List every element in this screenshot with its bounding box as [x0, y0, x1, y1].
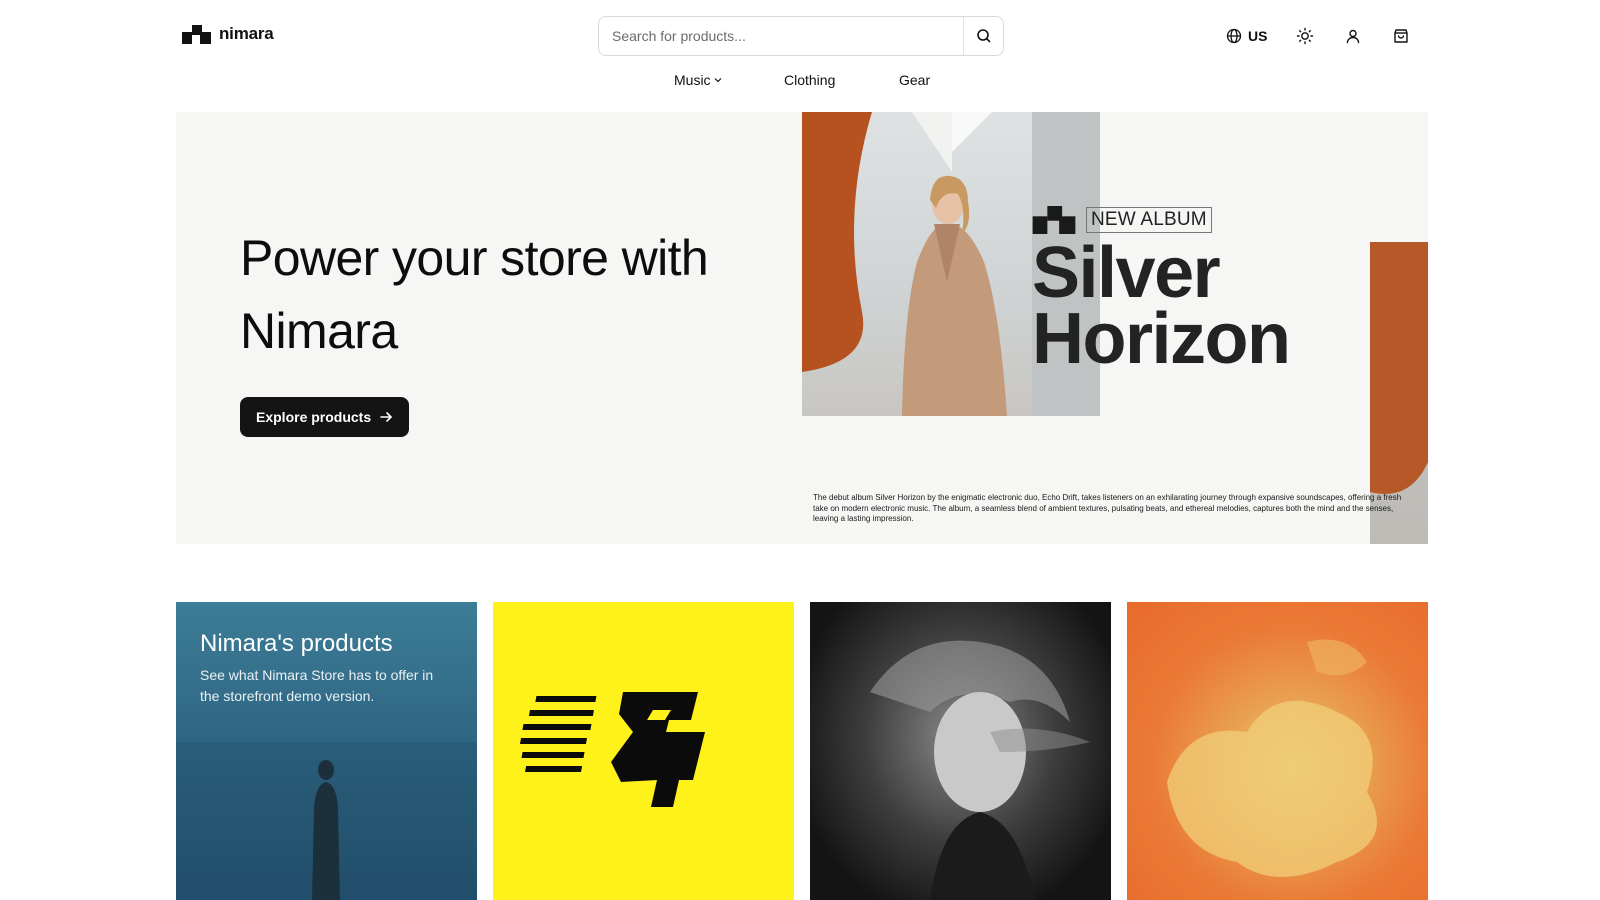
- product-card-portrait[interactable]: [810, 602, 1111, 900]
- portrait-illustration: [870, 640, 1090, 900]
- nav-item-label: Clothing: [784, 72, 836, 88]
- theme-toggle-button[interactable]: [1291, 22, 1319, 50]
- nav-item-music[interactable]: Music: [674, 72, 723, 88]
- search-bar: [598, 16, 1004, 56]
- card-title: Nimara's products: [200, 630, 393, 657]
- search-icon: [976, 29, 991, 43]
- hero-title: Power your store with Nimara: [240, 230, 709, 359]
- nav-item-label: Music: [674, 72, 711, 88]
- product-card-ampersand[interactable]: [493, 602, 794, 900]
- orange-texture-illustration: [1167, 639, 1377, 877]
- nimara-logo-icon: [1032, 206, 1076, 234]
- locale-label: US: [1248, 28, 1268, 44]
- explore-products-button[interactable]: Explore products: [240, 397, 410, 437]
- cart-button[interactable]: [1387, 22, 1415, 50]
- product-card-nimara-products[interactable]: Nimara's products See what Nimara Store …: [176, 602, 477, 900]
- hero-banner: Power your store with Nimara Explore pro…: [176, 112, 1428, 544]
- search-input[interactable]: [599, 17, 963, 55]
- album-description: The debut album Silver Horizon by the en…: [813, 493, 1402, 523]
- header-actions: US: [1226, 22, 1415, 50]
- brand-name: nimara: [219, 24, 274, 43]
- site-header: nimara US: [0, 0, 1600, 110]
- brand-logo[interactable]: nimara: [182, 24, 274, 44]
- nav-item-clothing[interactable]: Clothing: [784, 72, 835, 88]
- arrow-right-icon: [380, 412, 392, 422]
- sun-icon: [1297, 27, 1314, 45]
- explore-products-label: Explore products: [256, 409, 372, 425]
- product-card-texture[interactable]: [1127, 602, 1428, 900]
- album-promo-image: NEW ALBUM Silver Horizon The debut album…: [802, 112, 1428, 544]
- chevron-down-icon: [714, 78, 721, 83]
- main-nav: Music Clothing Gear: [0, 72, 1600, 96]
- nimara-logo-icon: [182, 24, 211, 44]
- album-info: NEW ALBUM Silver Horizon: [1032, 206, 1291, 379]
- album-name-line-1: Silver: [1032, 233, 1221, 313]
- globe-icon: [1226, 28, 1242, 44]
- locale-selector[interactable]: US: [1226, 28, 1267, 44]
- album-name-line-2: Horizon: [1032, 299, 1291, 379]
- shopping-bag-icon: [1394, 29, 1409, 43]
- search-button[interactable]: [963, 17, 1003, 55]
- card-description: See what Nimara Store has to offer in th…: [200, 667, 434, 704]
- user-icon: [1347, 29, 1360, 44]
- account-button[interactable]: [1339, 22, 1367, 50]
- nav-item-gear[interactable]: Gear: [899, 72, 930, 88]
- nav-item-label: Gear: [899, 72, 931, 88]
- new-album-tag: NEW ALBUM: [1086, 207, 1212, 233]
- ampersand-logo-icon: [519, 692, 705, 807]
